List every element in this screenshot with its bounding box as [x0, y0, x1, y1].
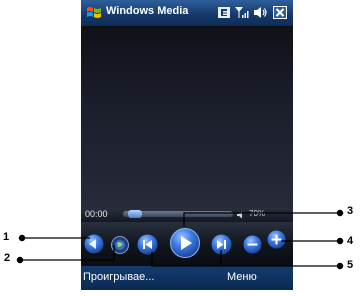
callout-label-4: 4	[347, 235, 354, 247]
callout-label-1: 1	[3, 231, 10, 243]
callout-label-5: 5	[347, 259, 354, 271]
callout-label-2: 2	[4, 252, 11, 264]
callout-lines	[16, 209, 344, 270]
callout-label-3: 3	[347, 205, 354, 217]
